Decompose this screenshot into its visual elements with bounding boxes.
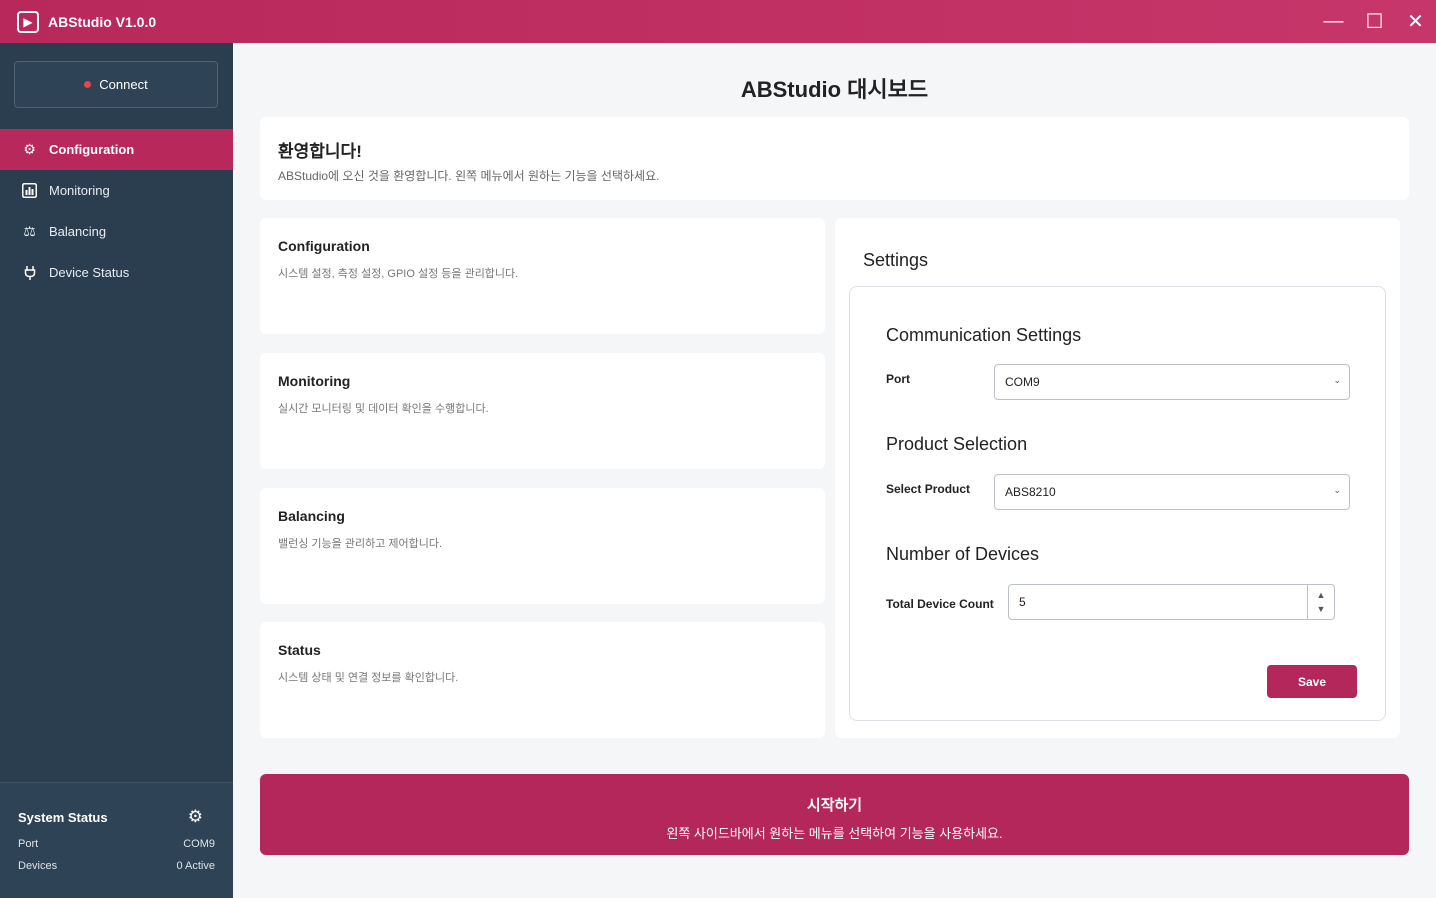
chart-icon [21, 182, 38, 199]
chevron-down-icon: ⌄ [1333, 485, 1341, 495]
sidebar: Connect ⚙ Configuration Monitoring ⚖ Bal… [0, 43, 233, 898]
gear-icon: ⚙ [23, 141, 36, 157]
banner-title: 시작하기 [806, 797, 863, 814]
sidebar-item-device-status[interactable]: Device Status [0, 252, 233, 293]
status-label: Port [18, 838, 39, 850]
system-status-panel: System Status ⚙ Port COM9 Devices 0 Acti… [0, 782, 233, 898]
maximize-button[interactable]: ☐ [1354, 0, 1395, 43]
communication-settings-title: Communication Settings [886, 325, 1082, 345]
window-title: ABStudio V1.0.0 [48, 13, 157, 30]
plug-icon [21, 264, 38, 281]
app-logo-icon: ▶ [17, 10, 39, 33]
feature-desc: 시스템 설정, 측정 설정, GPIO 설정 등을 관리합니다. [278, 268, 519, 280]
chevron-down-icon: ⌄ [1333, 375, 1341, 385]
arrow-down-icon[interactable]: ▼ [1317, 602, 1326, 616]
select-product-label: Select Product [886, 482, 971, 496]
sidebar-item-monitoring[interactable]: Monitoring [0, 170, 233, 211]
sidebar-item-label: Configuration [49, 142, 135, 157]
total-device-count-label: Total Device Count [886, 597, 994, 611]
feature-title: Monitoring [278, 373, 351, 389]
device-count-input[interactable]: 5 ▲ ▼ [1008, 584, 1335, 620]
connection-status-dot [84, 81, 92, 88]
gear-icon[interactable]: ⚙ [188, 807, 203, 827]
feature-title: Balancing [278, 508, 345, 524]
sidebar-item-label: Device Status [49, 265, 130, 280]
title-bar: ▶ ABStudio V1.0.0 — ☐ ✕ [0, 0, 1436, 43]
feature-card-balancing[interactable]: Balancing 밸런싱 기능을 관리하고 제어합니다. [260, 488, 825, 604]
balance-icon: ⚖ [23, 223, 36, 239]
banner-text: 왼쪽 사이드바에서 원하는 메뉴를 선택하여 기능을 사용하세요. [666, 826, 1003, 841]
window-controls: — ☐ ✕ [1313, 0, 1436, 43]
settings-title: Settings [863, 250, 929, 270]
product-selection-title: Product Selection [886, 434, 1028, 454]
minimize-button[interactable]: — [1313, 0, 1354, 43]
sidebar-item-label: Balancing [49, 224, 107, 239]
product-value: ABS8210 [1005, 485, 1056, 499]
status-value: 0 Active [176, 860, 215, 872]
feature-desc: 시스템 상태 및 연결 정보를 확인합니다. [278, 672, 459, 684]
status-value: COM9 [183, 838, 215, 850]
feature-desc: 밸런싱 기능을 관리하고 제어합니다. [278, 538, 443, 550]
close-button[interactable]: ✕ [1395, 0, 1436, 43]
sidebar-item-label: Monitoring [49, 183, 110, 198]
welcome-text: ABStudio에 오신 것을 환영합니다. 왼쪽 메뉴에서 원하는 기능을 선… [278, 169, 660, 183]
product-select[interactable]: ABS8210 ⌄ [994, 474, 1350, 510]
welcome-heading: 환영합니다! [278, 142, 362, 161]
status-row-devices: Devices 0 Active [18, 860, 215, 872]
device-count-stepper[interactable]: ▲ ▼ [1307, 585, 1334, 619]
page-title: ABStudio 대시보드 [740, 77, 929, 102]
connect-button[interactable]: Connect [14, 61, 218, 108]
status-label: Devices [18, 860, 58, 872]
connect-label: Connect [99, 77, 148, 92]
port-value: COM9 [1005, 375, 1040, 389]
feature-card-configuration[interactable]: Configuration 시스템 설정, 측정 설정, GPIO 설정 등을 … [260, 218, 825, 334]
status-row-port: Port COM9 [18, 838, 215, 850]
arrow-up-icon[interactable]: ▲ [1317, 588, 1326, 602]
feature-desc: 실시간 모니터링 및 데이터 확인을 수행합니다. [278, 403, 489, 415]
sidebar-item-configuration[interactable]: ⚙ Configuration [0, 129, 233, 170]
save-button[interactable]: Save [1267, 665, 1357, 698]
feature-title: Status [278, 642, 321, 658]
system-status-title: System Status [18, 810, 108, 825]
feature-card-monitoring[interactable]: Monitoring 실시간 모니터링 및 데이터 확인을 수행합니다. [260, 353, 825, 469]
settings-form: Communication Settings Port COM9 ⌄ Produ… [849, 286, 1386, 721]
feature-title: Configuration [278, 238, 370, 254]
port-select[interactable]: COM9 ⌄ [994, 364, 1350, 400]
sidebar-item-balancing[interactable]: ⚖ Balancing [0, 211, 233, 252]
number-of-devices-title: Number of Devices [886, 544, 1040, 564]
sidebar-nav: ⚙ Configuration Monitoring ⚖ Balancing D… [0, 129, 233, 293]
welcome-card: 환영합니다! ABStudio에 오신 것을 환영합니다. 왼쪽 메뉴에서 원하… [260, 117, 1409, 200]
settings-panel: Settings Communication Settings Port COM… [835, 218, 1400, 738]
device-count-value: 5 [1019, 595, 1026, 609]
feature-card-status[interactable]: Status 시스템 상태 및 연결 정보를 확인합니다. [260, 622, 825, 738]
port-label: Port [886, 372, 910, 386]
getting-started-banner: 시작하기 왼쪽 사이드바에서 원하는 메뉴를 선택하여 기능을 사용하세요. [260, 774, 1409, 855]
